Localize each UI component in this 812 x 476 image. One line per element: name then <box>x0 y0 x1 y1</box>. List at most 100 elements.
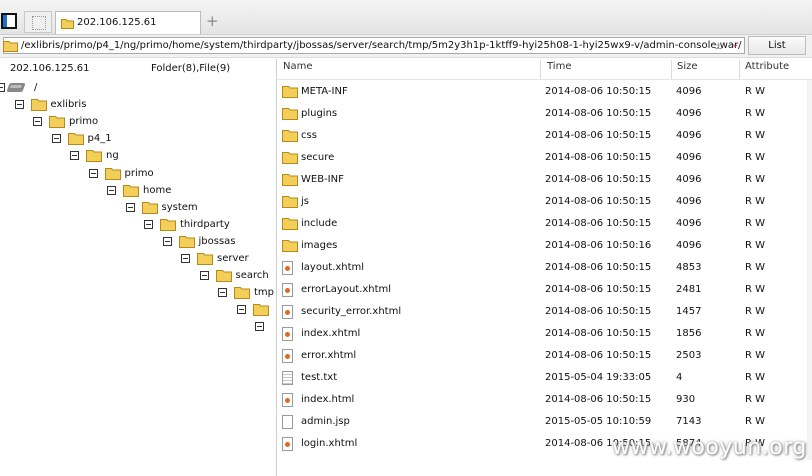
file-time: 2014-08-06 10:50:15 <box>545 152 652 163</box>
file-row[interactable]: css 2014-08-06 10:50:15 4096 R W <box>277 125 812 147</box>
file-size: 4096 <box>676 152 702 163</box>
collapse-toggle-icon[interactable] <box>144 219 153 229</box>
new-tab-button[interactable]: + <box>206 13 219 29</box>
file-row[interactable]: error.xhtml 2014-08-06 10:50:15 2503 R W <box>277 345 812 367</box>
file-row[interactable]: images 2014-08-06 10:50:16 4096 R W <box>277 235 812 257</box>
address-bar: /exlibris/primo/p4_1/ng/primo/home/syste… <box>0 35 812 58</box>
file-attribute: R W <box>745 152 766 163</box>
file-row[interactable]: test.txt 2015-05-04 19:33:05 4 R W <box>277 367 812 389</box>
file-attribute: R W <box>745 218 766 229</box>
file-row[interactable]: secure 2014-08-06 10:50:15 4096 R W <box>277 147 812 169</box>
collapse-toggle-icon[interactable] <box>255 322 264 332</box>
file-size: 1457 <box>676 306 702 317</box>
blank-tab[interactable] <box>24 11 52 33</box>
file-name: errorLayout.xhtml <box>301 284 392 295</box>
file-row[interactable]: security_error.xhtml 2014-08-06 10:50:15 1… <box>277 301 812 323</box>
folder-icon <box>30 98 47 114</box>
file-row[interactable]: js 2014-08-06 10:50:15 4096 R W <box>277 191 812 213</box>
collapse-toggle-icon[interactable] <box>162 236 172 246</box>
tab-active-host[interactable]: 202.106.125.61 <box>55 11 201 34</box>
web-file-icon <box>282 305 293 319</box>
left-panel-header: 202.106.125.61 Folder(8),File(9) <box>0 59 276 79</box>
list-button[interactable]: List <box>748 36 806 55</box>
file-name: js <box>301 196 309 207</box>
folder-icon <box>3 41 18 52</box>
file-size: 2503 <box>676 350 702 361</box>
file-row[interactable]: errorLayout.xhtml 2014-08-06 10:50:15 2481… <box>277 279 812 301</box>
file-name: META-INF <box>301 86 348 97</box>
plus-minus-icon[interactable]: ± <box>714 39 723 52</box>
collapse-toggle-icon[interactable] <box>14 100 24 110</box>
file-name: images <box>301 240 338 251</box>
collapse-toggle-icon[interactable] <box>199 271 209 281</box>
column-header-name[interactable]: Name <box>283 61 313 72</box>
tree-item-label: search <box>235 270 269 282</box>
path-input[interactable]: /exlibris/primo/p4_1/ng/primo/home/syste… <box>3 37 745 54</box>
vertical-scrollbar[interactable] <box>807 80 812 460</box>
file-name: layout.xhtml <box>301 262 365 273</box>
collapse-toggle-icon[interactable] <box>125 202 135 212</box>
tree-item-label: exlibris <box>50 99 87 111</box>
file-size: 4 <box>676 372 683 383</box>
collapse-toggle-icon[interactable] <box>236 305 246 315</box>
file-size: 4096 <box>676 218 702 229</box>
folder-icon <box>282 239 298 255</box>
folder-icon <box>282 107 298 123</box>
collapse-toggle-icon[interactable] <box>0 83 5 92</box>
collapse-toggle-icon[interactable] <box>70 151 79 161</box>
folder-icon <box>282 129 298 145</box>
file-name: test.txt <box>301 372 338 383</box>
file-row[interactable]: plugins 2014-08-06 10:50:15 4096 R W <box>277 103 812 125</box>
file-size: 4096 <box>676 174 702 185</box>
file-row[interactable]: META-INF 2014-08-06 10:50:15 4096 R W <box>277 81 812 103</box>
panel-toggle-icon[interactable] <box>1 13 17 29</box>
chevron-down-icon[interactable]: ⌄ <box>731 39 739 50</box>
file-attribute: R W <box>745 174 766 185</box>
tab-title: 202.106.125.61 <box>77 17 157 28</box>
collapse-toggle-icon[interactable] <box>88 168 98 178</box>
file-size: 930 <box>676 394 696 405</box>
folder-icon <box>282 195 298 211</box>
file-time: 2014-08-06 10:50:15 <box>545 262 652 273</box>
file-time: 2014-08-06 10:50:15 <box>545 174 652 185</box>
file-time: 2015-05-05 10:10:59 <box>545 416 652 427</box>
folder-icon <box>252 303 269 319</box>
file-time: 2014-08-06 10:50:15 <box>545 394 652 405</box>
file-name: index.html <box>301 394 355 405</box>
collapse-toggle-icon[interactable] <box>51 134 61 144</box>
column-divider[interactable] <box>671 60 672 79</box>
web-file-icon <box>282 283 293 297</box>
collapse-toggle-icon[interactable] <box>218 288 227 298</box>
column-header-attribute[interactable]: Attribute <box>745 61 789 72</box>
column-header-size[interactable]: Size <box>677 61 698 72</box>
file-row[interactable]: index.xhtml 2014-08-06 10:50:15 1856 R W <box>277 323 812 345</box>
collapse-toggle-icon[interactable] <box>33 117 42 127</box>
file-row[interactable]: admin.jsp 2015-05-05 10:10:59 7143 R W <box>277 411 812 433</box>
file-row[interactable]: WEB-INF 2014-08-06 10:50:15 4096 R W <box>277 169 812 191</box>
folder-icon <box>104 167 121 183</box>
file-name: admin.jsp <box>301 416 350 427</box>
tree-item-label: / <box>34 82 38 93</box>
collapse-toggle-icon[interactable] <box>181 254 190 263</box>
path-text: /exlibris/primo/p4_1/ng/primo/home/syste… <box>21 40 742 51</box>
file-name: error.xhtml <box>301 350 357 361</box>
column-divider[interactable] <box>540 60 541 79</box>
column-divider[interactable] <box>739 60 740 79</box>
file-name: css <box>301 130 317 141</box>
file-row[interactable]: layout.xhtml 2014-08-06 10:50:15 4853 R W <box>277 257 812 279</box>
file-time: 2014-08-06 10:50:15 <box>545 130 652 141</box>
folder-icon <box>282 151 298 167</box>
file-size: 7143 <box>676 416 702 427</box>
collapse-toggle-icon[interactable] <box>107 185 116 195</box>
file-time: 2015-05-04 19:33:05 <box>545 372 652 383</box>
tab-bar: 202.106.125.61 + <box>0 0 812 35</box>
file-size: 2481 <box>676 284 702 295</box>
folder-icon <box>234 286 250 302</box>
file-row[interactable]: index.html 2014-08-06 10:50:15 930 R W <box>277 389 812 411</box>
file-attribute: R W <box>745 306 766 317</box>
file-row[interactable]: include 2014-08-06 10:50:15 4096 R W <box>277 213 812 235</box>
folder-icon <box>123 184 139 200</box>
column-header-time[interactable]: Time <box>547 61 571 72</box>
file-size: 4096 <box>676 86 702 97</box>
file-attribute: R W <box>745 86 766 97</box>
